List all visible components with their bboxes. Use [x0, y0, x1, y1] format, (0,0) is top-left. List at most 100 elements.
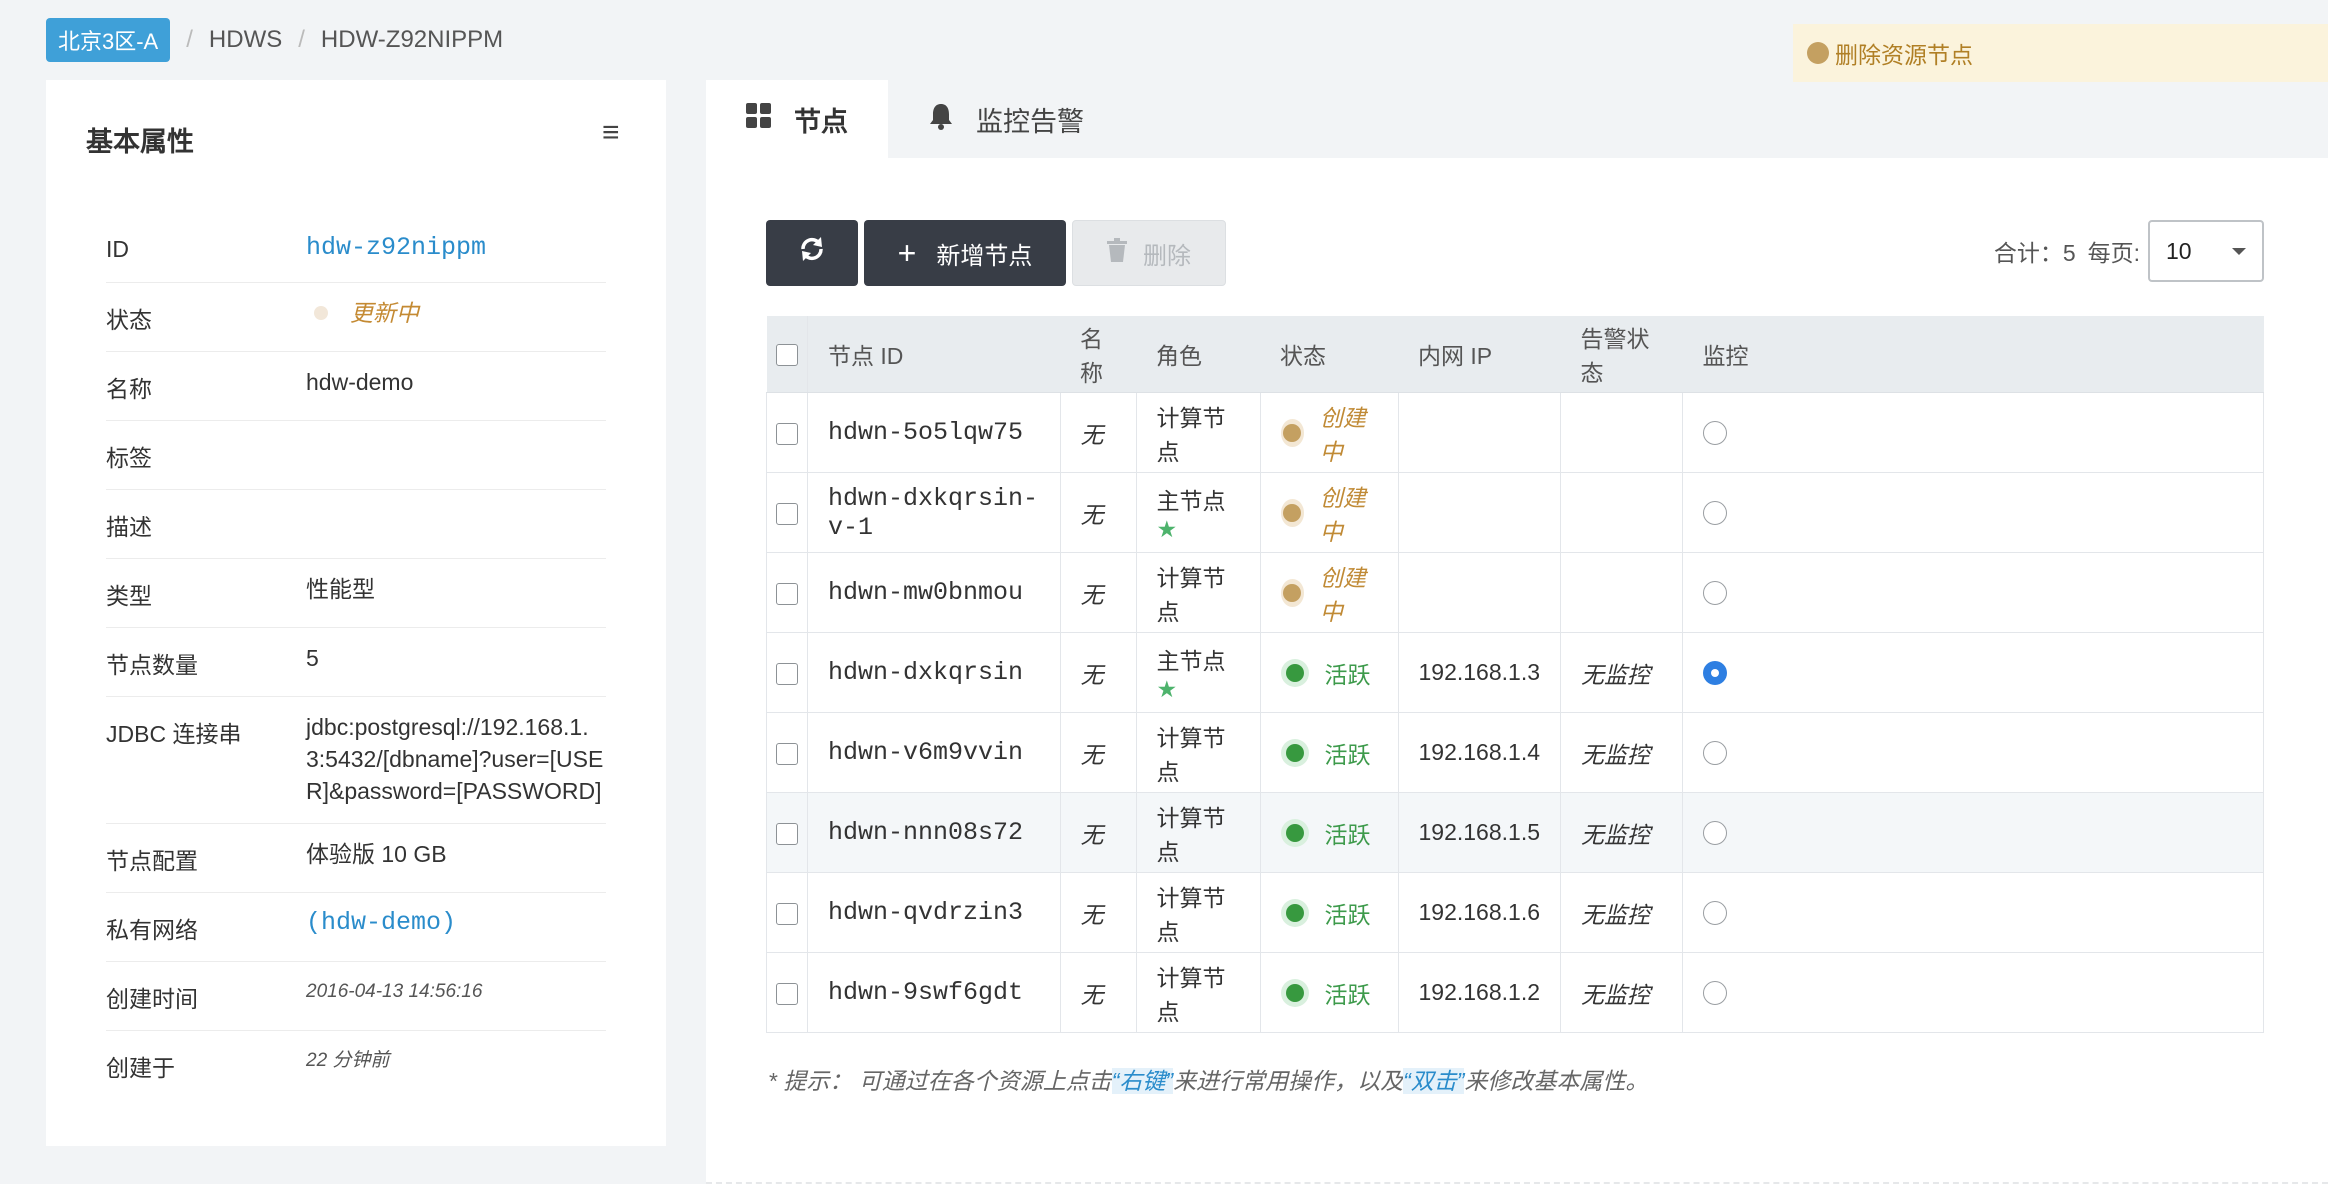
row-checkbox[interactable] — [776, 422, 798, 445]
table-row[interactable]: hdwn-9swf6gdt 无计算节点 活跃 192.168.1.2 无监控 — [766, 952, 2264, 1033]
breadcrumb: 北京3区-A / HDWS / HDW-Z92NIPPM — [46, 18, 504, 62]
role-text: 计算节点 — [1156, 564, 1226, 625]
table-row[interactable]: hdwn-dxkqrsin 无主节点★ 活跃 192.168.1.3 无监控 — [766, 632, 2264, 713]
node-id[interactable]: hdwn-v6m9vvin — [807, 712, 1061, 793]
node-status: 活跃 — [1259, 872, 1399, 953]
row-checkbox[interactable] — [776, 822, 798, 845]
row-checkbox[interactable] — [776, 902, 798, 925]
chevron-down-icon — [2232, 247, 2246, 255]
breadcrumb-separator: / — [298, 26, 305, 53]
role-text: 计算节点 — [1156, 884, 1226, 945]
node-id[interactable]: hdwn-nnn08s72 — [807, 792, 1061, 873]
table-row[interactable]: hdwn-5o5lqw75 无计算节点 创建中 — [766, 392, 2264, 473]
role-text: 计算节点 — [1156, 724, 1226, 785]
role-text: 计算节点 — [1156, 404, 1226, 465]
table-row[interactable]: hdwn-mw0bnmou 无计算节点 创建中 — [766, 552, 2264, 633]
property-value-status: 更新中 — [306, 297, 606, 329]
column-header-role[interactable]: 角色 — [1136, 316, 1260, 393]
node-monitor — [1682, 872, 2264, 953]
monitor-radio[interactable] — [1703, 740, 1728, 765]
node-role: 计算节点 — [1135, 712, 1261, 793]
tab-monitoring-alerts[interactable]: 监控告警 — [888, 80, 1124, 158]
zone-badge[interactable]: 北京3区-A — [46, 18, 171, 62]
column-header-status[interactable]: 状态 — [1260, 316, 1398, 393]
tip-middle: 来进行常用操作，以及 — [1173, 1068, 1404, 1094]
table-row[interactable]: hdwn-qvdrzin3 无计算节点 活跃 192.168.1.6 无监控 — [766, 872, 2264, 953]
breadcrumb-separator: / — [186, 26, 193, 53]
add-node-button[interactable]: + 新增节点 — [864, 220, 1066, 286]
column-header-private-ip[interactable]: 内网 IP — [1398, 316, 1561, 393]
row-select-cell — [766, 792, 808, 873]
monitor-radio[interactable] — [1703, 580, 1728, 605]
property-row-created-time: 创建时间 2016-04-13 14:56:16 — [106, 962, 606, 1031]
property-value-type: 性能型 — [306, 576, 375, 602]
node-monitor — [1682, 472, 2264, 553]
refresh-button[interactable] — [766, 220, 858, 286]
status-text: 活跃 — [1324, 741, 1371, 768]
node-role: 主节点★ — [1135, 632, 1261, 713]
tab-nodes[interactable]: 节点 — [706, 80, 888, 158]
table-row[interactable]: hdwn-dxkqrsin-v-1 无主节点★ 创建中 — [766, 472, 2264, 553]
column-header-monitor[interactable]: 监控 — [1682, 316, 2264, 393]
monitor-radio[interactable] — [1703, 420, 1728, 445]
column-header-alarm-status[interactable]: 告警状态 — [1560, 316, 1683, 393]
notice-status-icon — [1807, 42, 1829, 64]
node-role: 计算节点 — [1135, 792, 1261, 873]
node-id[interactable]: hdwn-5o5lqw75 — [807, 392, 1061, 473]
row-select-cell — [766, 632, 808, 713]
node-private-ip: 192.168.1.2 — [1397, 952, 1562, 1033]
node-status: 创建中 — [1259, 392, 1399, 473]
monitor-radio[interactable] — [1703, 660, 1728, 685]
notice-text: 删除资源节点 — [1835, 42, 1973, 68]
row-checkbox[interactable] — [776, 742, 798, 765]
status-dot-icon — [1280, 418, 1304, 447]
node-status: 活跃 — [1259, 792, 1399, 873]
select-all-checkbox[interactable] — [775, 344, 798, 367]
table-row[interactable]: hdwn-nnn08s72 无计算节点 活跃 192.168.1.5 无监控 — [766, 792, 2264, 873]
row-checkbox[interactable] — [776, 982, 798, 1005]
monitor-radio[interactable] — [1703, 820, 1728, 845]
node-id[interactable]: hdwn-dxkqrsin-v-1 — [807, 472, 1061, 553]
row-checkbox[interactable] — [776, 502, 798, 525]
monitor-radio[interactable] — [1703, 980, 1728, 1005]
property-value-id[interactable]: hdw-z92nippm — [306, 232, 606, 264]
tip-highlight-right-click: “右键” — [1111, 1068, 1174, 1094]
row-checkbox[interactable] — [776, 582, 798, 605]
property-row-created-ago: 创建于 22 分钟前 — [106, 1031, 606, 1099]
node-alarm-status — [1560, 552, 1684, 633]
node-status: 创建中 — [1259, 472, 1399, 553]
per-page-select[interactable]: 10 — [2148, 220, 2264, 282]
node-id[interactable]: hdwn-mw0bnmou — [807, 552, 1061, 633]
status-indicator: 创建中 — [1280, 399, 1378, 467]
status-dot-icon — [1280, 738, 1309, 767]
total-count: 合计：5 — [1993, 240, 2076, 266]
monitor-radio[interactable] — [1703, 900, 1728, 925]
role-text: 主节点 — [1156, 488, 1226, 514]
node-private-ip: 192.168.1.5 — [1397, 792, 1562, 873]
node-alarm-status — [1560, 472, 1684, 553]
status-dot-icon — [1280, 818, 1309, 847]
table-row[interactable]: hdwn-v6m9vvin 无计算节点 活跃 192.168.1.4 无监控 — [766, 712, 2264, 793]
delete-button[interactable]: 删除 — [1072, 220, 1226, 286]
role-text: 主节点 — [1156, 648, 1226, 674]
column-header-name[interactable]: 名称 — [1060, 316, 1136, 393]
status-indicator: 活跃 — [1280, 896, 1378, 930]
row-checkbox[interactable] — [776, 662, 798, 685]
table-body: hdwn-5o5lqw75 无计算节点 创建中 hdwn-dxkqrsin-v-1 无主… — [766, 392, 2264, 1033]
column-header-node-id[interactable]: 节点 ID — [807, 316, 1060, 393]
monitor-radio[interactable] — [1703, 500, 1728, 525]
node-name: 无 — [1059, 632, 1137, 713]
node-name: 无 — [1059, 872, 1137, 953]
hamburger-icon[interactable]: ≡ — [602, 116, 620, 150]
node-alarm-status: 无监控 — [1560, 872, 1684, 953]
pagination: 合计：5 每页: 10 — [1994, 220, 2264, 282]
node-id[interactable]: hdwn-9swf6gdt — [807, 952, 1061, 1033]
node-id[interactable]: hdwn-qvdrzin3 — [807, 872, 1061, 953]
property-row-vpc: 私有网络 (hdw-demo) — [106, 893, 606, 962]
panel-title: 基本属性 — [86, 127, 194, 157]
breadcrumb-item-hdws[interactable]: HDWS — [209, 26, 282, 54]
breadcrumb-item-current: HDW-Z92NIPPM — [320, 26, 504, 53]
property-value-vpc[interactable]: (hdw-demo) — [306, 907, 606, 939]
row-select-cell — [766, 392, 808, 473]
node-id[interactable]: hdwn-dxkqrsin — [807, 632, 1061, 713]
